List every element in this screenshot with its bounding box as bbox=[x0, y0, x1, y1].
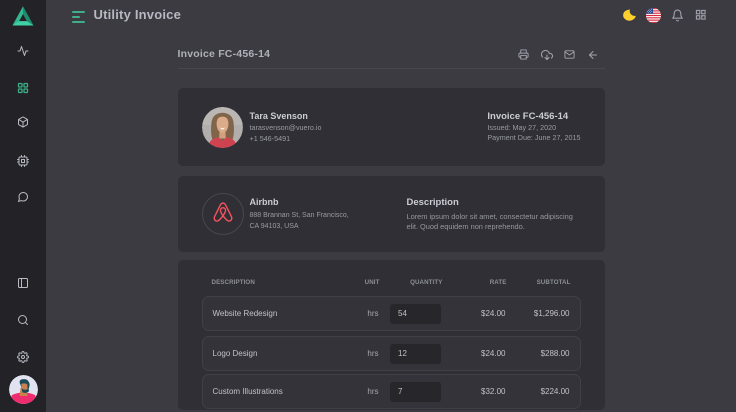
cloud-download-icon[interactable] bbox=[539, 47, 555, 63]
us-flag-icon[interactable] bbox=[641, 3, 665, 27]
customer-name: Tara Svenson bbox=[250, 110, 322, 123]
cpu-icon[interactable] bbox=[10, 148, 36, 174]
col-quantity: QUANTITY bbox=[380, 279, 443, 286]
invoice-items-card: DESCRIPTION UNIT QUANTITY RATE SUBTOTAL … bbox=[178, 260, 605, 410]
quantity-input[interactable] bbox=[389, 303, 442, 325]
company-block: Airbnb 888 Brannan St, San Francisco, CA… bbox=[250, 196, 349, 233]
menu-toggle-icon[interactable] bbox=[72, 11, 86, 23]
grid-icon[interactable] bbox=[10, 75, 36, 101]
apps-grid-icon[interactable] bbox=[689, 3, 713, 27]
quantity-input[interactable] bbox=[389, 381, 442, 403]
quantity-input[interactable] bbox=[389, 343, 442, 365]
toolbar-actions bbox=[516, 47, 601, 63]
sidebar bbox=[0, 0, 46, 412]
arrow-left-icon[interactable] bbox=[585, 47, 601, 63]
company-card: Airbnb 888 Brannan St, San Francisco, CA… bbox=[178, 176, 605, 252]
invoice-page: Invoice FC-456-14 bbox=[178, 32, 605, 410]
item-subtotal: $224.00 bbox=[506, 387, 570, 396]
description-block: Description Lorem ipsum dolor sit amet, … bbox=[407, 197, 581, 231]
invoice-parties-card: Tara Svenson tarasvenson@vuero.io +1 546… bbox=[178, 88, 605, 166]
invoice-number: Invoice FC-456-14 bbox=[487, 111, 580, 123]
page-title: Utility Invoice bbox=[94, 7, 182, 22]
item-subtotal: $288.00 bbox=[506, 349, 570, 358]
activity-icon[interactable] bbox=[10, 38, 36, 64]
box-icon[interactable] bbox=[10, 109, 36, 135]
col-description: DESCRIPTION bbox=[212, 279, 340, 286]
item-unit: hrs bbox=[339, 349, 379, 358]
mail-icon[interactable] bbox=[562, 47, 578, 63]
col-rate: RATE bbox=[443, 279, 507, 286]
airbnb-logo bbox=[202, 193, 244, 235]
customer-avatar bbox=[202, 107, 243, 148]
gear-icon[interactable] bbox=[10, 344, 36, 370]
company-address-2: CA 94103, USA bbox=[250, 221, 349, 233]
user-avatar[interactable] bbox=[9, 375, 38, 404]
chat-icon[interactable] bbox=[10, 184, 36, 210]
table-row: Custom Illustrations hrs $32.00 $224.00 bbox=[202, 374, 581, 409]
invoice-toolbar-title: Invoice FC-456-14 bbox=[178, 48, 271, 60]
item-unit: hrs bbox=[339, 309, 379, 318]
item-description: Website Redesign bbox=[213, 309, 339, 318]
item-rate: $24.00 bbox=[442, 309, 506, 318]
item-description: Logo Design bbox=[213, 349, 339, 358]
item-rate: $32.00 bbox=[442, 387, 506, 396]
description-text: Lorem ipsum dolor sit amet, consectetur … bbox=[407, 212, 581, 231]
customer-email: tarasvenson@vuero.io bbox=[250, 123, 322, 133]
item-unit: hrs bbox=[339, 387, 379, 396]
customer-block: Tara Svenson tarasvenson@vuero.io +1 546… bbox=[250, 110, 322, 144]
printer-icon[interactable] bbox=[516, 47, 532, 63]
company-name: Airbnb bbox=[250, 196, 349, 208]
col-subtotal: SUBTOTAL bbox=[507, 279, 571, 286]
navbar: Utility Invoice bbox=[46, 0, 736, 32]
invoice-issued: Issued: May 27, 2020 bbox=[487, 123, 580, 133]
search-icon[interactable] bbox=[10, 307, 36, 333]
item-description: Custom Illustrations bbox=[213, 387, 339, 396]
table-row: Website Redesign hrs $24.00 $1,296.00 bbox=[202, 296, 581, 331]
item-subtotal: $1,296.00 bbox=[506, 309, 570, 318]
invoice-due: Payment Due: June 27, 2015 bbox=[487, 133, 580, 143]
company-address-1: 888 Brannan St, San Francisco, bbox=[250, 210, 349, 222]
panels-icon[interactable] bbox=[10, 270, 36, 296]
bell-icon[interactable] bbox=[665, 3, 689, 27]
invoice-meta-block: Invoice FC-456-14 Issued: May 27, 2020 P… bbox=[487, 111, 580, 144]
customer-phone: +1 546-5491 bbox=[250, 134, 322, 144]
description-heading: Description bbox=[407, 197, 581, 209]
navbar-actions bbox=[617, 3, 713, 27]
item-rate: $24.00 bbox=[442, 349, 506, 358]
table-row: Logo Design hrs $24.00 $288.00 bbox=[202, 336, 581, 371]
moon-icon[interactable] bbox=[617, 3, 641, 27]
vuero-triangle-logo[interactable] bbox=[12, 6, 34, 26]
main-area: Utility Invoice bbox=[46, 0, 736, 412]
col-unit: UNIT bbox=[340, 279, 380, 286]
table-header-row: DESCRIPTION UNIT QUANTITY RATE SUBTOTAL bbox=[202, 273, 581, 291]
invoice-toolbar: Invoice FC-456-14 bbox=[178, 32, 605, 69]
